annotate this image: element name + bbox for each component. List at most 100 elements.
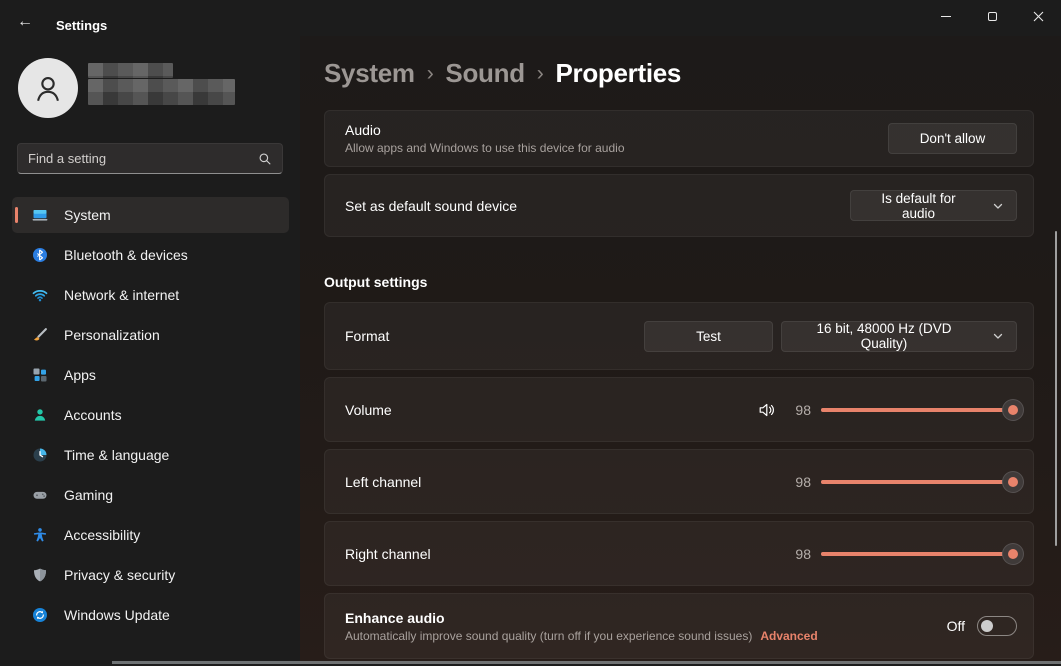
audio-title: Audio [345,122,888,138]
left-channel-label: Left channel [345,474,787,490]
setting-card-default-device: Set as default sound device Is default f… [324,174,1034,237]
volume-slider[interactable] [821,399,1017,421]
minimize-icon [941,16,951,17]
left-channel-value: 98 [787,474,811,490]
update-icon [32,607,48,623]
setting-card-left-channel: Left channel 98 [324,449,1034,514]
breadcrumb: System › Sound › Properties [324,58,681,89]
slider-thumb[interactable] [1002,399,1024,421]
sidebar-item-label: Network & internet [64,287,179,303]
enhance-audio-toggle-label: Off [947,618,965,634]
sidebar-item-label: Bluetooth & devices [64,247,188,263]
sidebar-item-privacy-security[interactable]: Privacy & security [12,557,289,593]
sidebar-item-windows-update[interactable]: Windows Update [12,597,289,633]
minimize-button[interactable] [923,0,969,32]
sidebar-item-label: Time & language [64,447,169,463]
slider-fill [821,552,1013,556]
sidebar-item-system[interactable]: System [12,197,289,233]
brush-icon [32,327,48,343]
breadcrumb-system[interactable]: System [324,58,415,89]
sidebar-item-label: Gaming [64,487,113,503]
sidebar-item-bluetooth-devices[interactable]: Bluetooth & devices [12,237,289,273]
default-device-value: Is default for audio [863,191,974,221]
default-device-label: Set as default sound device [345,198,850,214]
format-label: Format [345,328,644,344]
format-value: 16 bit, 48000 Hz (DVD Quality) [794,321,974,351]
bluetooth-icon [32,247,48,263]
speaker-icon [757,400,777,420]
shield-icon [32,567,48,583]
sidebar: System Bluetooth & devices Network & int… [0,36,300,664]
format-dropdown[interactable]: 16 bit, 48000 Hz (DVD Quality) [781,321,1017,352]
setting-card-volume: Volume 98 [324,377,1034,442]
clock-icon [32,447,48,463]
sidebar-item-personalization[interactable]: Personalization [12,317,289,353]
close-button[interactable] [1015,0,1061,32]
search-icon[interactable] [258,152,272,166]
toggle-knob [981,620,993,632]
enhance-audio-description-text: Automatically improve sound quality (tur… [345,629,752,643]
slider-thumb[interactable] [1002,543,1024,565]
titlebar: ← Settings [0,0,1061,36]
audio-text: Audio Allow apps and Windows to use this… [345,122,888,155]
apps-icon [32,367,48,383]
setting-card-format: Format Test 16 bit, 48000 Hz (DVD Qualit… [324,302,1034,370]
maximize-button[interactable] [969,0,1015,32]
sidebar-nav: System Bluetooth & devices Network & int… [12,197,289,637]
enhance-audio-toggle[interactable] [977,616,1017,636]
setting-card-enhance-audio: Enhance audio Automatically improve soun… [324,593,1034,659]
volume-value: 98 [787,402,811,418]
volume-label: Volume [345,402,757,418]
accounts-icon [32,407,48,423]
setting-card-right-channel: Right channel 98 [324,521,1034,586]
wifi-icon [32,287,48,303]
sidebar-item-accounts[interactable]: Accounts [12,397,289,433]
enhance-audio-description: Automatically improve sound quality (tur… [345,629,947,643]
default-device-dropdown[interactable]: Is default for audio [850,190,1017,221]
right-channel-slider[interactable] [821,543,1017,565]
back-button[interactable]: ← [12,11,38,33]
sidebar-item-time-language[interactable]: Time & language [12,437,289,473]
caption-buttons [923,0,1061,32]
accessibility-icon [32,527,48,543]
close-icon [1033,11,1044,22]
test-button[interactable]: Test [644,321,773,352]
breadcrumb-sound[interactable]: Sound [445,58,524,89]
chevron-down-icon [992,200,1004,212]
slider-fill [821,480,1013,484]
sidebar-item-network-internet[interactable]: Network & internet [12,277,289,313]
right-channel-value: 98 [787,546,811,562]
slider-fill [821,408,1013,412]
slider-thumb[interactable] [1002,471,1024,493]
sidebar-item-label: Personalization [64,327,160,343]
search-input[interactable] [18,151,258,166]
audio-description: Allow apps and Windows to use this devic… [345,141,888,155]
sidebar-item-label: System [64,207,111,223]
gamepad-icon [32,487,48,503]
enhance-audio-title: Enhance audio [345,610,947,626]
main-content: System › Sound › Properties Audio Allow … [300,36,1061,664]
breadcrumb-separator: › [427,62,434,86]
sidebar-item-label: Windows Update [64,607,170,623]
user-name-redacted [88,63,173,78]
right-channel-label: Right channel [345,546,787,562]
left-channel-slider[interactable] [821,471,1017,493]
sidebar-item-gaming[interactable]: Gaming [12,477,289,513]
sidebar-item-label: Accessibility [64,527,140,543]
section-header-output-settings: Output settings [324,274,1034,290]
avatar[interactable] [18,58,78,118]
maximize-icon [988,12,997,21]
scrollbar[interactable] [1055,231,1057,546]
settings-list: Audio Allow apps and Windows to use this… [324,110,1034,666]
app-title: Settings [56,18,107,33]
search-box [17,143,283,174]
sidebar-item-apps[interactable]: Apps [12,357,289,393]
breadcrumb-separator: › [537,62,544,86]
advanced-link[interactable]: Advanced [760,629,817,643]
dont-allow-button[interactable]: Don't allow [888,123,1017,154]
setting-card-audio: Audio Allow apps and Windows to use this… [324,110,1034,167]
user-email-redacted [88,79,235,105]
sidebar-item-label: Accounts [64,407,122,423]
sidebar-item-label: Privacy & security [64,567,175,583]
sidebar-item-accessibility[interactable]: Accessibility [12,517,289,553]
